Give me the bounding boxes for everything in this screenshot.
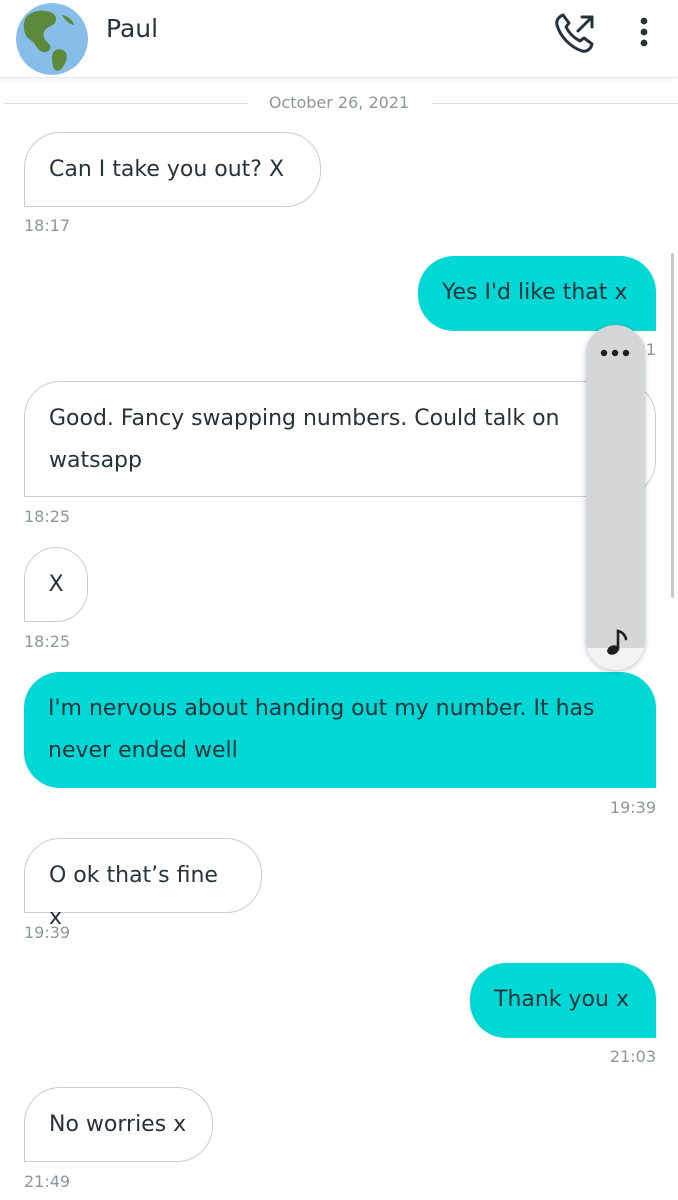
- message-time: 19:39: [609, 798, 656, 817]
- music-note-glyph: [607, 629, 628, 655]
- panel-menu-button[interactable]: [600, 343, 632, 363]
- message-bubble-incoming[interactable]: X: [24, 547, 88, 622]
- avatar[interactable]: [16, 3, 88, 75]
- message-text: X: [48, 572, 64, 597]
- more-vertical-icon: [640, 17, 648, 47]
- message-bubble-incoming[interactable]: No worries x: [24, 1087, 213, 1162]
- message-time: 18:25: [24, 632, 71, 651]
- floating-side-panel[interactable]: [586, 325, 645, 670]
- message-text-line: I'm nervous about handing out my number.…: [48, 696, 595, 721]
- message-text: Thank you x: [494, 987, 629, 1012]
- message-text-line: Good. Fancy swapping numbers. Could talk…: [49, 406, 560, 431]
- phone-call-icon: [555, 13, 594, 53]
- message-bubble-outgoing[interactable]: Yes I'd like that x: [418, 256, 656, 331]
- earth-globe-icon: [16, 3, 88, 75]
- call-button[interactable]: [552, 10, 598, 56]
- message-text: No worries x: [49, 1112, 187, 1137]
- message-bubble-incoming[interactable]: O ok that’s fine x: [24, 838, 262, 930]
- scrollbar[interactable]: [671, 253, 674, 598]
- message-bubble-incoming[interactable]: Can I take you out? X: [24, 132, 321, 207]
- message-time: 19:39: [24, 923, 71, 942]
- message-bubble-outgoing[interactable]: Thank you x: [470, 963, 656, 1038]
- message-time: 18:17: [24, 216, 71, 235]
- chat-header: Paul: [0, 0, 678, 78]
- more-horizontal-icon: [600, 349, 630, 357]
- message-text-line: never ended well: [48, 738, 238, 763]
- message-bubble-incoming[interactable]: Good. Fancy swapping numbers. Could talk…: [24, 381, 656, 497]
- date-label: October 26, 2021: [256, 93, 422, 112]
- music-note-icon[interactable]: [600, 625, 634, 659]
- message-bubble-outgoing[interactable]: I'm nervous about handing out my number.…: [24, 672, 656, 788]
- date-separator: October 26, 2021: [0, 92, 678, 116]
- contact-name: Paul: [106, 14, 159, 43]
- more-options-button[interactable]: [630, 16, 658, 50]
- message-time: 18:25: [24, 507, 71, 526]
- message-time: 21:49: [24, 1172, 71, 1191]
- message-text: Yes I'd like that x: [442, 280, 628, 305]
- message-text-line: watsapp: [49, 448, 142, 473]
- message-time: 21:03: [609, 1047, 656, 1066]
- message-text: O ok that’s fine x: [49, 863, 218, 930]
- message-text: Can I take you out? X: [49, 157, 285, 182]
